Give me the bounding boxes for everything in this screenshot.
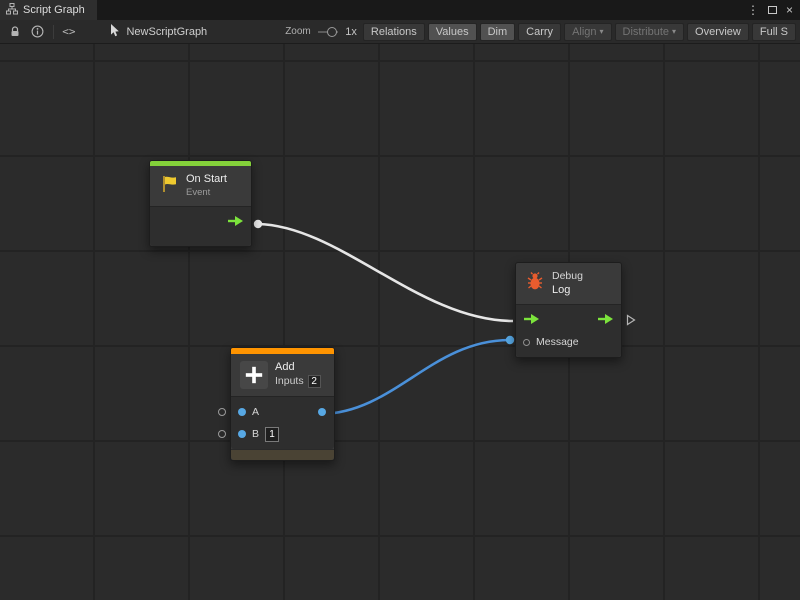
message-input-row: Message (516, 331, 621, 353)
window-controls: ⋮ × (747, 4, 800, 16)
script-graph-icon (6, 3, 18, 18)
close-icon[interactable]: × (786, 4, 793, 16)
graph-name-label: NewScriptGraph (126, 26, 207, 38)
node-footer-strip (231, 449, 334, 460)
carry-button[interactable]: Carry (518, 23, 561, 41)
dim-button[interactable]: Dim (480, 23, 516, 41)
values-button[interactable]: Values (428, 23, 477, 41)
overview-button[interactable]: Overview (687, 23, 749, 41)
maximize-icon[interactable] (768, 6, 777, 14)
lock-icon[interactable] (4, 23, 26, 41)
unconnected-port-indicator (218, 430, 226, 438)
port-b-row: B 1 (231, 423, 334, 445)
port-a-row: A (231, 401, 334, 423)
node-title: Log (552, 284, 583, 298)
distribute-button[interactable]: Distribute ▾ (615, 23, 684, 41)
window-menu-icon[interactable]: ⋮ (747, 4, 759, 16)
zoom-label: Zoom (285, 26, 311, 37)
node-debug-log[interactable]: Debug Log (515, 262, 622, 358)
message-port-label: Message (536, 336, 579, 348)
sum-output-port[interactable] (318, 408, 326, 416)
node-group-label: Debug (552, 270, 583, 284)
node-title: Add (275, 361, 321, 375)
chevron-down-icon: ▾ (600, 27, 604, 36)
node-title: On Start (186, 173, 227, 187)
port-b-input[interactable] (238, 430, 246, 438)
trigger-output-port[interactable] (597, 313, 614, 328)
relations-button[interactable]: Relations (363, 23, 425, 41)
zoom-value: 1x (345, 26, 357, 38)
node-ports (150, 206, 251, 246)
full-screen-button[interactable]: Full S (752, 23, 796, 41)
graph-toolbar: <> NewScriptGraph Zoom 1x Relations Valu… (0, 20, 800, 44)
node-ports: A B 1 (231, 396, 334, 449)
graph-breadcrumb[interactable]: NewScriptGraph (110, 24, 207, 40)
node-subtitle: Event (186, 187, 227, 199)
chevron-down-icon: ▾ (672, 27, 676, 36)
tab-title: Script Graph (23, 4, 85, 16)
message-input-port[interactable] (523, 339, 530, 346)
tab-script-graph[interactable]: Script Graph (0, 0, 97, 20)
zoom-slider-knob[interactable] (327, 27, 337, 37)
node-header: On Start Event (150, 166, 251, 206)
wire-add-to-message[interactable] (322, 340, 510, 414)
align-button[interactable]: Align ▾ (564, 23, 611, 41)
unconnected-trigger-indicator (626, 314, 636, 329)
wire-layer (0, 44, 800, 600)
inputs-count-field[interactable]: 2 (308, 375, 321, 388)
port-a-input[interactable] (238, 408, 246, 416)
flag-icon (159, 174, 179, 199)
node-ports: Message (516, 304, 621, 357)
bug-icon (525, 271, 545, 296)
trigger-output-row (150, 211, 251, 233)
pointer-icon (110, 24, 121, 40)
node-add[interactable]: Add Inputs 2 A B 1 (230, 347, 335, 461)
wire-end-point-blue[interactable] (506, 336, 514, 344)
node-on-start[interactable]: On Start Event (149, 160, 252, 247)
trigger-input-port[interactable] (523, 313, 540, 328)
titlebar: Script Graph ⋮ × (0, 0, 800, 20)
code-view-icon[interactable]: <> (57, 23, 80, 41)
node-header: Add Inputs 2 (231, 354, 334, 396)
unconnected-port-indicator (218, 408, 226, 416)
inputs-label: Inputs (275, 375, 304, 389)
wire-start-point-white[interactable] (254, 220, 262, 228)
info-icon[interactable] (26, 23, 49, 41)
toolbar-buttons: Relations Values Dim Carry Align ▾ Distr… (363, 23, 796, 41)
plus-icon (240, 361, 268, 389)
port-b-label: B (252, 428, 259, 440)
trigger-output-port[interactable] (227, 215, 244, 230)
port-b-value-field[interactable]: 1 (265, 427, 279, 442)
node-header: Debug Log (516, 263, 621, 304)
trigger-row (516, 309, 621, 331)
graph-canvas[interactable]: On Start Event (0, 44, 800, 600)
zoom-slider[interactable] (318, 31, 339, 33)
port-spacer (150, 233, 251, 242)
wire-on-start-to-log[interactable] (258, 224, 513, 321)
port-a-label: A (252, 406, 259, 418)
